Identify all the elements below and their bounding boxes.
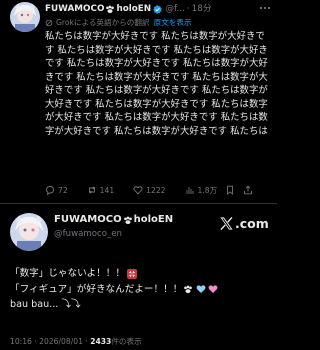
verified-badge-icon [153, 4, 162, 14]
divider [0, 203, 277, 204]
x-brand-text: .com [235, 215, 269, 231]
repost-icon [88, 186, 95, 194]
body-line-3: bau bau... ⤵⤵ [10, 297, 270, 313]
translation-bar: Grokによる英語からの翻訳 原文を表示 [45, 17, 192, 29]
timestamp[interactable]: 18分 [192, 2, 212, 16]
like-icon [133, 186, 143, 195]
heart-pink-icon [208, 285, 218, 294]
views-count: 1.8万 [197, 185, 218, 195]
avatar-large[interactable] [10, 213, 48, 251]
display-name-2[interactable]: FUWAMOCO holoEN [54, 213, 173, 227]
share-button[interactable] [243, 185, 253, 195]
post-body-2: 「数字」じゃないよ！！！ 「フィギュア」が好きなんだよー！！！ bau bau.… [10, 266, 270, 313]
display-name[interactable]: FUWAMOCO [54, 213, 122, 227]
heart-blue-icon [196, 285, 206, 294]
repost-button[interactable]: 141 [87, 185, 115, 195]
post-time[interactable]: 10:16 [10, 337, 32, 346]
view-count: 2433 [90, 337, 112, 346]
reply-icon [46, 186, 54, 195]
views-icon [186, 187, 193, 194]
separator: · [34, 337, 37, 346]
like-count: 1222 [146, 185, 166, 195]
body-line-2: 「フィギュア」が好きなんだよー！！！ [10, 282, 270, 298]
paw-icon [106, 5, 115, 13]
paw-icon [184, 285, 193, 293]
anger-icon [126, 268, 137, 279]
bookmark-button[interactable] [225, 185, 235, 195]
more-icon[interactable] [258, 3, 272, 13]
handle[interactable]: @fuwamoco_en [54, 228, 122, 240]
grok-icon [45, 19, 53, 27]
separator: · [85, 337, 88, 346]
post-date[interactable]: 2026/08/01 [39, 337, 83, 346]
body-line-3-text: bau bau... ⤵⤵ [10, 299, 81, 310]
name-suffix[interactable]: holoEN [134, 213, 174, 227]
body-line-1-text: 「数字」じゃないよ！！！ [10, 268, 125, 279]
reply-button[interactable]: 72 [45, 185, 68, 195]
body-line-2-text: 「フィギュア」が好きなんだよー！！！ [10, 283, 183, 295]
views-button[interactable]: 1.8万 [185, 185, 218, 196]
show-original-link[interactable]: 原文を表示 [154, 17, 192, 29]
name-suffix[interactable]: holoEN [116, 2, 151, 16]
display-name[interactable]: FUWAMOCO [45, 2, 104, 16]
handle[interactable]: @f... [165, 2, 185, 16]
view-label: 件の表示 [111, 337, 142, 346]
reply-count: 72 [58, 185, 68, 195]
post-body: 私たちは数字が大好きです 私たちは数字が大好きです 私たちは数字が大好きです 私… [45, 31, 268, 137]
body-line-1: 「数字」じゃないよ！！！ [10, 266, 270, 282]
share-icon [244, 185, 253, 195]
avatar[interactable] [10, 2, 40, 32]
separator: · [186, 4, 190, 14]
repost-count: 141 [99, 185, 115, 195]
x-logo-icon [220, 216, 233, 230]
action-bar: 72 141 1222 1.8万 [45, 184, 271, 196]
post-footer: 10:16 · 2026/08/01 · 2433件の表示 [10, 336, 142, 348]
x-logo[interactable]: .com [219, 214, 269, 232]
bookmark-icon [227, 185, 234, 195]
like-button[interactable]: 1222 [133, 185, 166, 195]
paw-icon [123, 216, 132, 224]
post-header: FUWAMOCO holoEN @f... · 18分 [45, 2, 271, 16]
translation-note: Grokによる英語からの翻訳 [56, 18, 150, 27]
